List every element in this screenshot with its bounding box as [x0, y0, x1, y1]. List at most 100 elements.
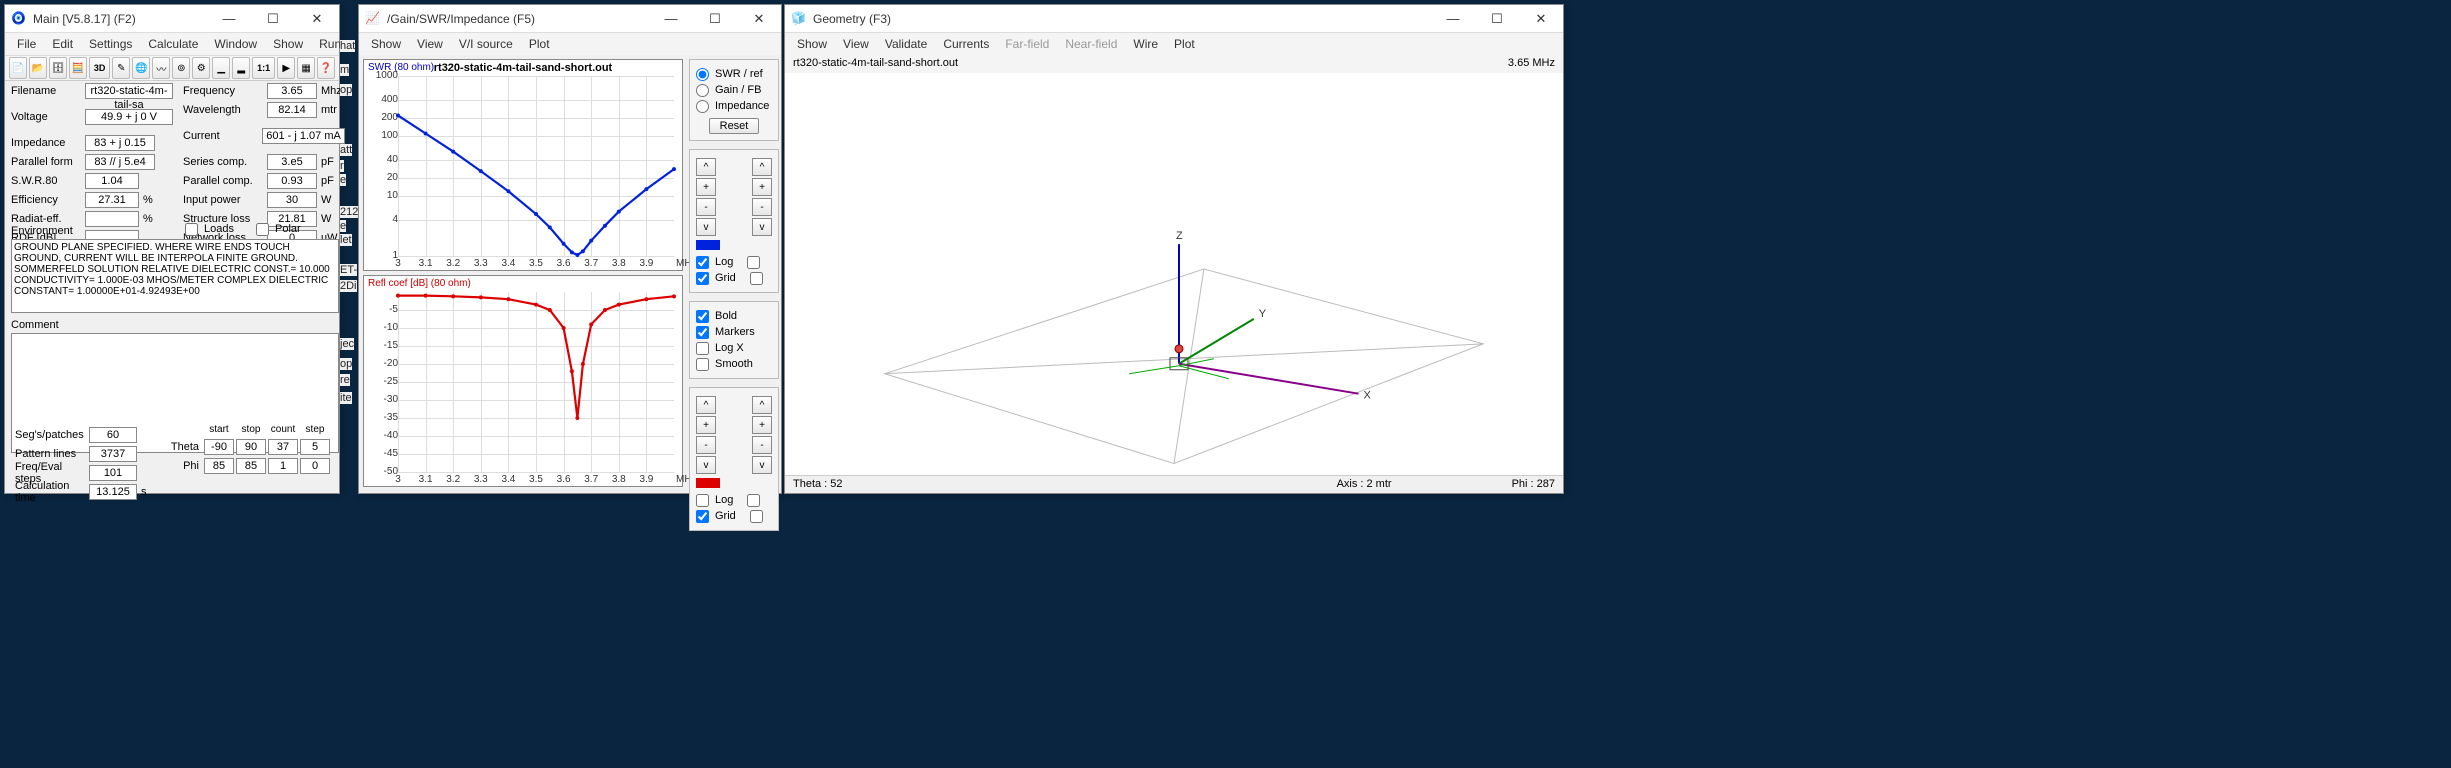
markers-check[interactable]: Markers — [696, 324, 772, 340]
smooth-check[interactable]: Smooth — [696, 356, 772, 372]
menu-show[interactable]: Show — [265, 35, 311, 53]
environment-label: Environment — [11, 225, 73, 237]
main-titlebar[interactable]: 🧿 Main [V5.8.17] (F2) — ☐ ✕ — [5, 5, 339, 33]
bdn2-button[interactable]: v — [752, 456, 772, 474]
menu-wire[interactable]: Wire — [1125, 35, 1166, 53]
yup2-button[interactable]: ^ — [752, 158, 772, 176]
globe-icon[interactable]: 🌐 — [132, 57, 150, 79]
val-Parallel form[interactable]: 83 // j 5.e4 — [85, 154, 155, 170]
menu-near-field[interactable]: Near-field — [1057, 35, 1125, 53]
bdn1-button[interactable]: v — [696, 456, 716, 474]
bplus1-button[interactable]: + — [696, 416, 716, 434]
radio-impedance[interactable]: Impedance — [696, 98, 772, 114]
nec-icon[interactable]: ⚙ — [192, 57, 210, 79]
3d-icon[interactable]: 3D — [89, 57, 111, 79]
ydn2-button[interactable]: v — [752, 218, 772, 236]
polar-checkbox[interactable]: Polar — [256, 221, 301, 237]
bminus2-button[interactable]: - — [752, 436, 772, 454]
chart1-icon[interactable]: ▁ — [212, 57, 230, 79]
new-icon[interactable]: 📄 — [9, 57, 27, 79]
menu-view[interactable]: View — [409, 35, 451, 53]
val-Filename[interactable]: rt320-static-4m-tail-sa — [85, 83, 173, 99]
menu-settings[interactable]: Settings — [81, 35, 140, 53]
loads-label: Loads — [204, 223, 234, 235]
loads-checkbox[interactable]: Loads — [185, 221, 234, 237]
freqsteps-value[interactable]: 101 — [89, 465, 137, 481]
menu-v-i-source[interactable]: V/I source — [451, 35, 521, 53]
maximize-button[interactable]: ☐ — [251, 5, 295, 33]
val-Radiat-eff.[interactable] — [85, 211, 139, 227]
geom-titlebar[interactable]: 🧊 Geometry (F3) — ☐ ✕ — [785, 5, 1563, 33]
wire-icon[interactable]: 〰 — [152, 57, 170, 79]
val-Parallel comp.[interactable]: 0.93 — [267, 173, 317, 189]
run-icon[interactable]: ▶ — [277, 57, 295, 79]
bup1-button[interactable]: ^ — [696, 396, 716, 414]
yminus2-button[interactable]: - — [752, 198, 772, 216]
grid-icon[interactable]: ▦ — [297, 57, 315, 79]
help-icon[interactable]: ❓ — [317, 57, 335, 79]
calc-icon[interactable]: 🧮 — [69, 57, 87, 79]
minimize-button[interactable]: — — [207, 5, 251, 33]
menu-far-field[interactable]: Far-field — [997, 35, 1057, 53]
open-icon[interactable]: 📂 — [29, 57, 47, 79]
val-Voltage[interactable]: 49.9 + j 0 V — [85, 109, 173, 125]
val-Impedance[interactable]: 83 + j 0.15 — [85, 135, 155, 151]
top-log-check[interactable]: Log — [696, 254, 772, 270]
close-button[interactable]: ✕ — [737, 5, 781, 33]
bold-check[interactable]: Bold — [696, 308, 772, 324]
refl-chart[interactable]: Refl coef [dB] (80 ohm)-50-45-40-35-30-2… — [363, 275, 683, 487]
logx-check[interactable]: Log X — [696, 340, 772, 356]
yminus1-button[interactable]: - — [696, 198, 716, 216]
menu-edit[interactable]: Edit — [44, 35, 81, 53]
bot-log-check[interactable]: Log — [696, 492, 772, 508]
yplus1-button[interactable]: + — [696, 178, 716, 196]
reset-button[interactable]: Reset — [709, 118, 760, 134]
plines-value[interactable]: 3737 — [89, 446, 137, 462]
radio-swr-ref[interactable]: SWR / ref — [696, 66, 772, 82]
bminus1-button[interactable]: - — [696, 436, 716, 454]
minimize-button[interactable]: — — [1431, 5, 1475, 33]
yplus2-button[interactable]: + — [752, 178, 772, 196]
chart2-icon[interactable]: ▂ — [232, 57, 250, 79]
data-icon[interactable]: 🗄 — [49, 57, 67, 79]
yup1-button[interactable]: ^ — [696, 158, 716, 176]
ratio-icon[interactable]: 1:1 — [252, 57, 275, 79]
menu-show[interactable]: Show — [789, 35, 835, 53]
swr-chart[interactable]: rt320-static-4m-tail-sand-short.outSWR (… — [363, 59, 683, 271]
ydn1-button[interactable]: v — [696, 218, 716, 236]
menu-show[interactable]: Show — [363, 35, 409, 53]
top-grid-check[interactable]: Grid — [696, 270, 772, 286]
val-Efficiency[interactable]: 27.31 — [85, 192, 139, 208]
val-Input power[interactable]: 30 — [267, 192, 317, 208]
menu-view[interactable]: View — [835, 35, 877, 53]
geom-canvas[interactable]: Z Y X — [785, 73, 1563, 475]
environment-textbox[interactable]: GROUND PLANE SPECIFIED. WHERE WIRE ENDS … — [11, 239, 339, 313]
val-Series comp.[interactable]: 3.e5 — [267, 154, 317, 170]
menu-plot[interactable]: Plot — [1166, 35, 1203, 53]
menu-validate[interactable]: Validate — [877, 35, 935, 53]
val-Current[interactable]: 601 - j 1.07 mA — [262, 128, 345, 144]
maximize-button[interactable]: ☐ — [1475, 5, 1519, 33]
val-S.W.R.80[interactable]: 1.04 — [85, 173, 139, 189]
menu-file[interactable]: File — [9, 35, 44, 53]
segs-value[interactable]: 60 — [89, 427, 137, 443]
menu-calculate[interactable]: Calculate — [140, 35, 206, 53]
close-button[interactable]: ✕ — [295, 5, 339, 33]
swr-icon[interactable]: ⊚ — [172, 57, 190, 79]
minimize-button[interactable]: — — [649, 5, 693, 33]
close-button[interactable]: ✕ — [1519, 5, 1563, 33]
swr-titlebar[interactable]: 📈 /Gain/SWR/Impedance (F5) — ☐ ✕ — [359, 5, 781, 33]
radio-gain-fb[interactable]: Gain / FB — [696, 82, 772, 98]
maximize-button[interactable]: ☐ — [693, 5, 737, 33]
menu-window[interactable]: Window — [206, 35, 265, 53]
val-Wavelength[interactable]: 82.14 — [267, 102, 317, 118]
menu-currents[interactable]: Currents — [935, 35, 997, 53]
geom-frequency: 3.65 MHz — [1508, 57, 1555, 71]
edit-icon[interactable]: ✎ — [112, 57, 130, 79]
val-Frequency[interactable]: 3.65 — [267, 83, 317, 99]
bot-grid-check[interactable]: Grid — [696, 508, 772, 524]
menu-plot[interactable]: Plot — [521, 35, 558, 53]
bplus2-button[interactable]: + — [752, 416, 772, 434]
calctime-value[interactable]: 13.125 — [89, 484, 137, 500]
bup2-button[interactable]: ^ — [752, 396, 772, 414]
